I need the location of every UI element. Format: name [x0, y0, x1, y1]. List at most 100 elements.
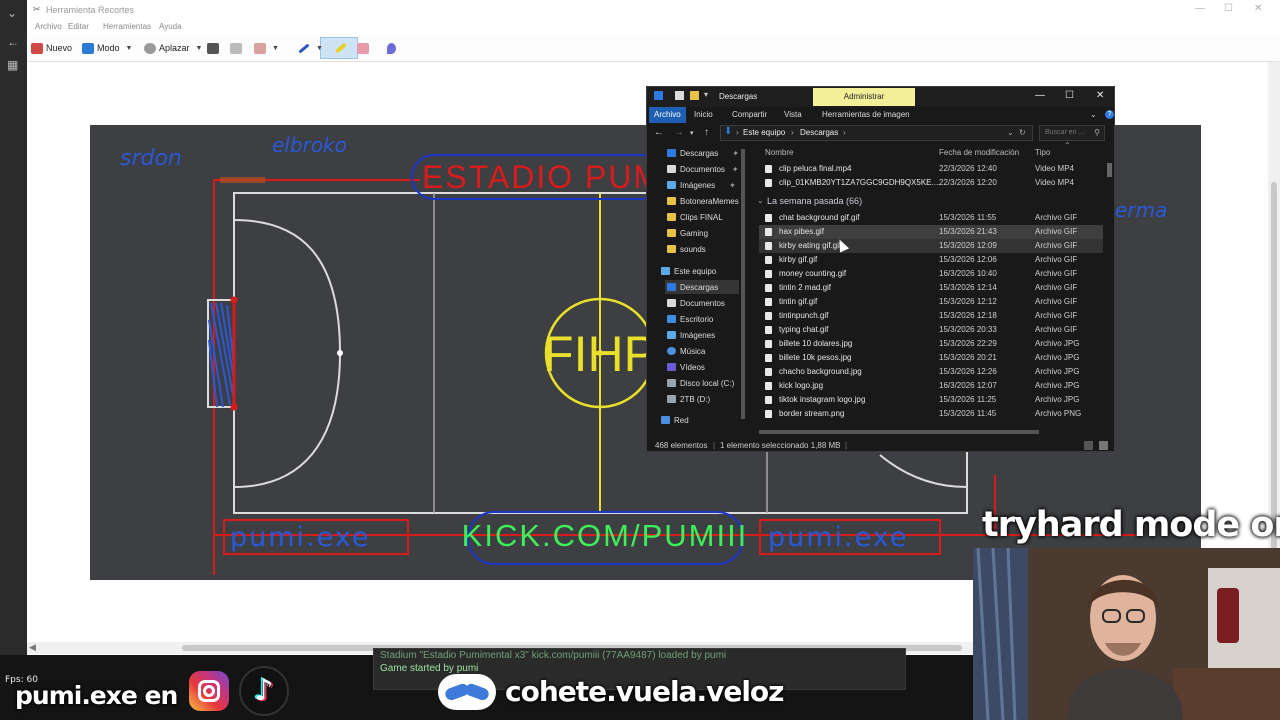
scroll-thumb[interactable]	[759, 430, 1039, 434]
minimize-button[interactable]: —	[1035, 90, 1045, 101]
file-row[interactable]: kirby eating gif.gif 15/3/2026 12:09 Archi…	[759, 239, 1103, 253]
nav-folder-clips-final[interactable]: Clips FINAL	[667, 210, 723, 224]
nav-pc-videos[interactable]: Vídeos	[667, 360, 705, 374]
scroll-left-icon[interactable]: ◀	[29, 642, 36, 653]
minimize-button[interactable]: —	[1195, 3, 1205, 14]
address-bar[interactable]: ⬇ › Este equipo › Descargas › ⌄ ↻	[720, 125, 1033, 141]
breadcrumb-this-pc[interactable]: Este equipo	[743, 128, 785, 137]
new-folder-icon[interactable]	[690, 91, 699, 100]
pen-button[interactable]: ▼	[298, 41, 323, 55]
file-row[interactable]: tintin gif.gif 15/3/2026 12:12 Archivo GIF	[759, 295, 1103, 309]
scroll-thumb[interactable]	[1107, 163, 1112, 177]
file-row[interactable]: tintinpunch.gif 15/3/2026 12:18 Archivo GI…	[759, 309, 1103, 323]
file-type: Archivo GIF	[1035, 241, 1078, 250]
chevron-down-icon[interactable]: ⌄	[7, 6, 17, 20]
paint3d-icon	[387, 42, 396, 54]
mode-button[interactable]: Modo ▼	[82, 41, 132, 55]
scroll-thumb[interactable]	[741, 149, 745, 419]
help-icon[interactable]: ?	[1105, 110, 1114, 119]
nav-pc-disk-c[interactable]: Disco local (C:)	[667, 376, 734, 390]
column-date[interactable]: Fecha de modificación	[939, 148, 1019, 157]
item-count: 468 elementos	[655, 441, 708, 450]
file-row[interactable]: kirby gif.gif 15/3/2026 12:06 Archivo GIF	[759, 253, 1103, 267]
delay-button[interactable]: Aplazar ▼	[144, 41, 202, 55]
tab-file[interactable]: Archivo	[649, 107, 686, 123]
new-snip-button[interactable]: Nuevo	[31, 41, 72, 55]
expand-ribbon-icon[interactable]: ⌄	[1090, 107, 1097, 123]
menu-help[interactable]: Ayuda	[159, 22, 182, 31]
nav-pc-music[interactable]: Música	[667, 344, 705, 358]
file-row[interactable]: money counting.gif 16/3/2026 10:40 Archivo…	[759, 267, 1103, 281]
nav-network[interactable]: Red	[661, 413, 689, 427]
file-row[interactable]: tintin 2 mad.gif 15/3/2026 12:14 Archivo G…	[759, 281, 1103, 295]
collapse-group-icon[interactable]: ⌄	[757, 196, 764, 205]
customize-qat-icon[interactable]: ▾	[704, 90, 713, 99]
file-row[interactable]: typing chat.gif 15/3/2026 20:33 Archivo GI…	[759, 323, 1103, 337]
tab-image-tools[interactable]: Herramientas de imagen	[822, 107, 910, 123]
menu-edit[interactable]: Editar	[68, 22, 89, 31]
tab-share[interactable]: Compartir	[732, 107, 767, 123]
download-arrow-icon	[654, 91, 663, 100]
copy-button[interactable]	[230, 41, 242, 55]
file-row[interactable]: clip_01KMB20YT1ZA7GGC9GDH9QX5KE.... 22/3/…	[759, 176, 1103, 190]
nav-pc-desktop[interactable]: Escritorio	[667, 312, 713, 326]
nav-folder-botoneramemes[interactable]: BotoneraMemes	[667, 194, 739, 208]
chevron-down-icon[interactable]: ⌄	[1007, 128, 1014, 137]
file-row[interactable]: billete 10k pesos.jpg 15/3/2026 20:21 Arch…	[759, 351, 1103, 365]
file-row[interactable]: clip peluca final.mp4 22/3/2026 12:40 Vide…	[759, 162, 1103, 176]
menu-tools[interactable]: Herramientas	[103, 22, 151, 31]
group-header[interactable]: La semana pasada (66)	[767, 196, 862, 206]
nav-folder-gaming[interactable]: Gaming	[667, 226, 708, 240]
manage-tab[interactable]: Administrar	[813, 88, 915, 106]
nav-quick-documents[interactable]: Documentos ✦	[667, 162, 739, 176]
column-type[interactable]: Tipo	[1035, 148, 1050, 157]
file-row[interactable]: kick logo.jpg 16/3/2026 12:07 Archivo JPG	[759, 379, 1103, 393]
nav-pc-disk-d[interactable]: 2TB (D:)	[667, 392, 710, 406]
maximize-button[interactable]: ☐	[1224, 3, 1233, 14]
refresh-icon[interactable]: ↻	[1019, 128, 1026, 137]
save-button[interactable]	[207, 41, 219, 55]
highlighter-button[interactable]	[335, 41, 347, 55]
nav-quick-images[interactable]: Imágenes ✦	[667, 178, 736, 192]
grid-icon[interactable]: ▦	[7, 58, 18, 72]
send-button[interactable]: ▼	[254, 41, 279, 55]
nav-this-pc[interactable]: Este equipo	[661, 264, 716, 278]
nav-pc-downloads[interactable]: Descargas	[665, 280, 739, 294]
file-row[interactable]: tiktok instagram logo.jpg 15/3/2026 11:25…	[759, 393, 1103, 407]
file-list-scrollbar[interactable]	[1105, 149, 1113, 429]
nav-pc-images[interactable]: Imágenes	[667, 328, 715, 342]
nav-pane-scrollbar[interactable]	[740, 149, 746, 429]
paint3d-button[interactable]	[387, 41, 396, 55]
nav-label: Imágenes	[680, 180, 716, 190]
nav-quick-downloads[interactable]: Descargas ✦	[667, 146, 739, 160]
forward-icon[interactable]: →	[674, 127, 684, 138]
close-button[interactable]: ✕	[1254, 3, 1262, 14]
status-bar: 468 elementos | 1 elemento seleccionado …	[647, 439, 1114, 451]
back-arrow-icon[interactable]: ←	[7, 35, 19, 49]
tab-view[interactable]: Vista	[784, 107, 802, 123]
close-button[interactable]: ✕	[1096, 90, 1104, 101]
kick-banner-text: KICK.COM/PUMIII	[462, 518, 749, 553]
eraser-button[interactable]	[357, 41, 369, 55]
column-name[interactable]: Nombre	[765, 148, 793, 157]
file-row[interactable]: hax pibes.gif 15/3/2026 21:43 Archivo GIF	[759, 225, 1103, 239]
recent-locations-icon[interactable]: ▾	[690, 129, 694, 137]
file-row[interactable]: billete 10 dolares.jpg 15/3/2026 22:29 Arc…	[759, 337, 1103, 351]
tab-home[interactable]: Inicio	[694, 107, 713, 123]
nav-pc-documents[interactable]: Documentos	[667, 296, 725, 310]
maximize-button[interactable]: ☐	[1065, 90, 1074, 101]
file-row[interactable]: chat background gif.gif 15/3/2026 11:55 Ar…	[759, 211, 1103, 225]
menu-file[interactable]: Archivo	[35, 22, 62, 31]
details-view-icon[interactable]	[1084, 441, 1093, 450]
nav-folder-sounds[interactable]: sounds	[667, 242, 706, 256]
file-row[interactable]: chacho background.jpg 15/3/2026 12:26 Arch…	[759, 365, 1103, 379]
file-list-hscrollbar[interactable]	[759, 429, 1099, 435]
file-row[interactable]: border stream.png 15/3/2026 11:45 Archivo …	[759, 407, 1103, 421]
file-date: 15/3/2026 12:12	[939, 297, 997, 306]
breadcrumb-downloads[interactable]: Descargas	[800, 128, 838, 137]
search-box[interactable]: Buscar en ... ⚲	[1039, 125, 1105, 141]
properties-icon[interactable]	[675, 91, 684, 100]
large-icons-view-icon[interactable]	[1099, 441, 1108, 450]
back-icon[interactable]: ←	[654, 127, 664, 138]
up-icon[interactable]: ↑	[704, 127, 709, 138]
